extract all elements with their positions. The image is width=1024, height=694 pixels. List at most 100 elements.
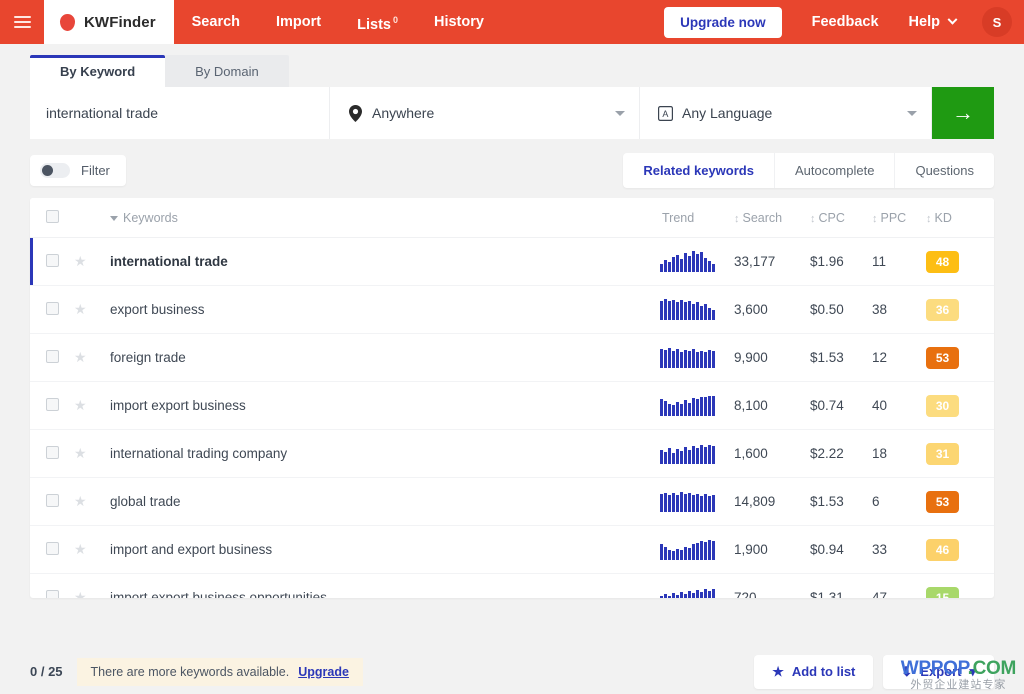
header-search[interactable]: ↕ Search (730, 198, 806, 238)
kd-badge: 15 (926, 586, 959, 598)
table-row[interactable]: ★ import export business 8,100 $0.74 40 30 (30, 382, 994, 430)
row-select-cell (30, 430, 74, 478)
row-cpc-cell: $0.74 (810, 398, 844, 413)
upgrade-link[interactable]: Upgrade (298, 665, 349, 679)
language-icon: A (654, 105, 676, 121)
filter-toggle[interactable]: Filter (30, 155, 126, 186)
row-ppc-cell: 11 (872, 254, 887, 269)
chevron-down-icon: ▾ (969, 663, 976, 679)
table-row[interactable]: ★ international trade 33,177 $1.96 11 48 (30, 238, 994, 286)
header-ppc-label: PPC (880, 211, 907, 225)
hamburger-icon[interactable] (0, 0, 44, 44)
keyword-text: import and export business (110, 542, 273, 557)
table-row[interactable]: ★ foreign trade 9,900 $1.53 12 53 (30, 334, 994, 382)
nav-item-help[interactable]: Help (895, 0, 970, 44)
export-label: Export (920, 664, 962, 679)
select-all-checkbox[interactable] (46, 210, 59, 223)
row-cpc-cell: $1.96 (810, 254, 844, 269)
tab-by-keyword-label: By Keyword (60, 64, 136, 79)
kd-badge: 53 (926, 346, 959, 369)
sort-icon: ↕ (810, 213, 816, 225)
tab-autocomplete[interactable]: Autocomplete (773, 153, 895, 188)
table-row[interactable]: ★ global trade 14,809 $1.53 6 53 (30, 478, 994, 526)
add-to-list-button[interactable]: ★ Add to list (754, 654, 874, 689)
row-checkbox[interactable] (46, 493, 59, 507)
row-select-cell (30, 478, 74, 526)
kd-badge: 46 (926, 538, 959, 561)
keyword-input[interactable] (46, 105, 313, 121)
keyword-text: international trading company (110, 446, 288, 461)
table-row[interactable]: ★ export business 3,600 $0.50 38 36 (30, 286, 994, 334)
tab-questions[interactable]: Questions (894, 153, 994, 188)
row-select-cell (30, 382, 74, 430)
row-favorite-cell: ★ (74, 382, 110, 430)
row-kd-cell: 53 (922, 334, 994, 382)
brand-name: KWFinder (84, 13, 156, 31)
trend-sparkline (660, 492, 730, 512)
row-search-cell: 33,177 (734, 254, 776, 269)
row-trend-cell (658, 286, 730, 334)
row-ppc-cell: 38 (872, 302, 888, 317)
location-pin-icon (344, 104, 366, 122)
kd-badge: 36 (926, 298, 959, 321)
row-checkbox[interactable] (46, 253, 59, 267)
nav-item-history[interactable]: History (416, 0, 502, 44)
kd-badge: 31 (926, 442, 959, 465)
row-checkbox[interactable] (46, 541, 59, 555)
row-checkbox[interactable] (46, 349, 59, 363)
tab-related-keywords[interactable]: Related keywords (623, 153, 774, 188)
sort-icon: ↕ (734, 213, 740, 225)
nav-item-import[interactable]: Import (258, 0, 339, 44)
table-row[interactable]: ★ import and export business 1,900 $0.94 33 4… (30, 526, 994, 574)
location-select[interactable]: Anywhere (330, 87, 640, 139)
header-keywords[interactable]: Keywords (110, 198, 658, 238)
tab-by-domain[interactable]: By Domain (165, 55, 289, 87)
tab-by-keyword[interactable]: By Keyword (30, 55, 166, 87)
row-ppc-cell: 6 (872, 494, 880, 509)
trend-sparkline (660, 588, 730, 598)
star-icon[interactable]: ★ (74, 541, 87, 557)
star-icon[interactable]: ★ (74, 349, 87, 365)
star-icon[interactable]: ★ (74, 397, 87, 413)
keyword-text: foreign trade (110, 350, 186, 365)
table-row[interactable]: ★ international trading company 1,600 $2.22… (30, 430, 994, 478)
nav-label-feedback: Feedback (811, 14, 879, 30)
table-row[interactable]: ★ import export business opportunities 720… (30, 574, 994, 598)
star-icon[interactable]: ★ (74, 589, 87, 598)
row-kd-cell: 30 (922, 382, 994, 430)
nav-label-help: Help (908, 14, 940, 30)
row-checkbox[interactable] (46, 301, 59, 315)
filter-label: Filter (81, 163, 110, 178)
search-submit-button[interactable]: → (932, 87, 994, 139)
export-button[interactable]: ⬇ Export ▾ (883, 654, 994, 689)
upgrade-now-button[interactable]: Upgrade now (664, 6, 782, 38)
kd-badge: 48 (926, 250, 959, 273)
header-kd[interactable]: ↕ KD (922, 198, 994, 238)
header-trend-label: Trend (662, 211, 695, 225)
nav-item-search[interactable]: Search (174, 0, 258, 44)
avatar[interactable]: S (982, 7, 1012, 37)
tab-related-keywords-label: Related keywords (643, 163, 754, 178)
star-icon[interactable]: ★ (74, 301, 87, 317)
nav-label-lists: Lists (357, 16, 391, 33)
keyword-text: global trade (110, 494, 181, 509)
row-search-cell: 8,100 (734, 398, 768, 413)
star-icon[interactable]: ★ (74, 445, 87, 461)
nav-item-lists[interactable]: Lists 0 (339, 0, 416, 46)
language-select[interactable]: A Any Language (640, 87, 932, 139)
header-cpc[interactable]: ↕ CPC (806, 198, 868, 238)
row-checkbox[interactable] (46, 445, 59, 459)
header-ppc[interactable]: ↕ PPC (868, 198, 922, 238)
nav-label-import: Import (276, 14, 322, 30)
nav-item-feedback[interactable]: Feedback (798, 0, 893, 44)
star-icon[interactable]: ★ (74, 493, 87, 509)
bottom-actions: ★ Add to list ⬇ Export ▾ (754, 654, 994, 689)
row-select-cell (30, 286, 74, 334)
star-icon[interactable]: ★ (74, 253, 87, 269)
top-navbar: KWFinder Search Import Lists 0 History Up… (0, 0, 1024, 44)
lists-count-badge: 0 (392, 14, 398, 25)
row-checkbox[interactable] (46, 589, 59, 598)
header-kd-label: KD (934, 211, 952, 225)
brand-logo[interactable]: KWFinder (44, 0, 174, 44)
row-checkbox[interactable] (46, 397, 59, 411)
